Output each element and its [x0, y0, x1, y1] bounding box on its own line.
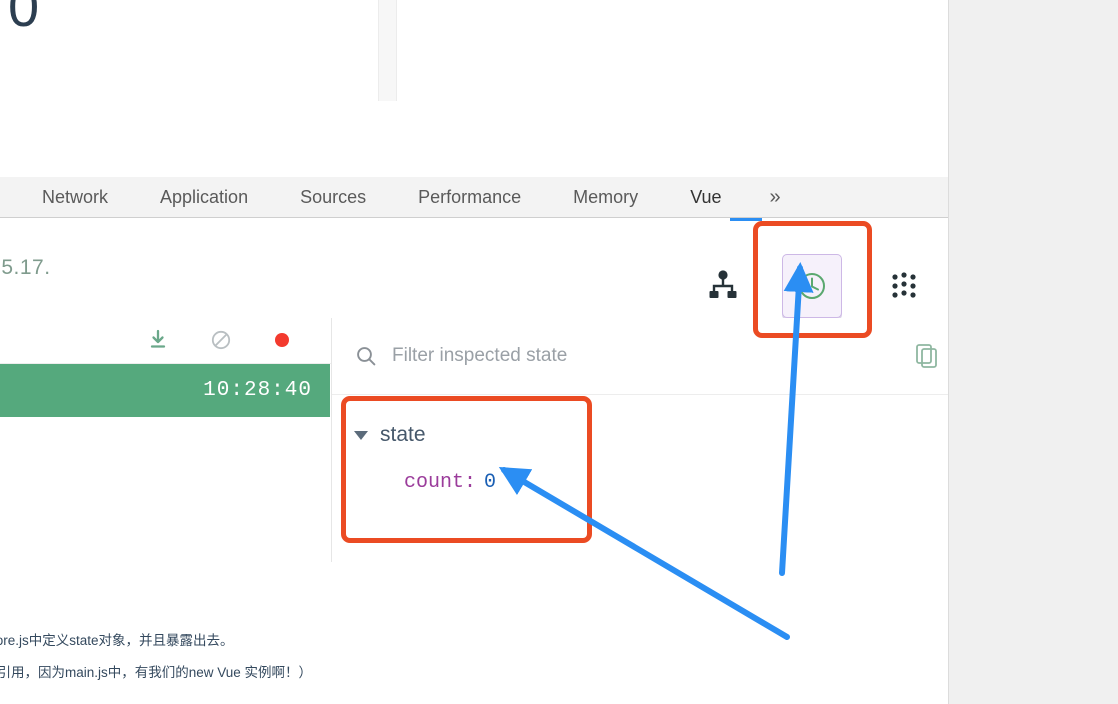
state-root-label: state: [380, 423, 426, 446]
mutations-toolbar: [0, 318, 331, 364]
import-state-icon[interactable]: [143, 325, 173, 355]
clear-icon[interactable]: [206, 325, 236, 355]
state-property-row[interactable]: count : 0: [332, 467, 948, 497]
state-tree: state count : 0: [332, 395, 948, 497]
state-root-row[interactable]: state: [332, 417, 948, 453]
active-tab-indicator: [730, 218, 762, 221]
vue-devtools-toolbar: .5.17.: [0, 218, 948, 319]
time-travel-clock-icon[interactable]: [782, 254, 842, 318]
tab-network[interactable]: Network: [32, 187, 118, 208]
events-dots-icon[interactable]: [876, 258, 932, 314]
vue-version-label: .5.17.: [0, 256, 51, 279]
page-note-line-2: 中引用，因为main.js中，有我们的new Vue 实例啊！）: [0, 665, 313, 680]
component-tree-icon[interactable]: [695, 258, 751, 314]
devtools-tabbar: Network Application Sources Performance …: [0, 177, 948, 218]
state-property-key: count: [404, 470, 465, 494]
screenshot-root: 0 tore.js中定义state对象，并且暴露出去。 中引用，因为main.j…: [0, 0, 1118, 704]
mutations-pane: 10:28:40: [0, 318, 331, 570]
state-property-value[interactable]: 0: [484, 471, 496, 494]
tab-application[interactable]: Application: [150, 187, 258, 208]
tab-memory[interactable]: Memory: [563, 187, 648, 208]
tab-sources[interactable]: Sources: [290, 187, 376, 208]
search-icon: [354, 344, 378, 368]
page-counter-value: 0: [8, 0, 40, 38]
inspector-pane: Filter inspected state state count: 0: [332, 318, 948, 570]
page-notes: tore.js中定义state对象，并且暴露出去。 中引用，因为main.js中…: [0, 625, 420, 689]
filter-bar: Filter inspected state: [332, 318, 948, 395]
mutation-timestamp: 10:28:40: [203, 379, 312, 402]
mutation-row[interactable]: 10:28:40: [0, 364, 330, 417]
filter-input[interactable]: Filter inspected state: [392, 345, 567, 367]
vuex-split-view: 10:28:40 Filter inspected state state co…: [0, 318, 948, 570]
tab-vue[interactable]: Vue: [680, 187, 731, 208]
copy-state-icon[interactable]: [914, 342, 940, 368]
record-dot: [275, 333, 289, 347]
page-vertical-divider: [378, 0, 397, 101]
devtools-panel: Network Application Sources Performance …: [0, 164, 948, 570]
record-icon[interactable]: [267, 325, 297, 355]
state-property-colon: :: [464, 470, 477, 494]
page-note-line-1: tore.js中定义state对象，并且暴露出去。: [0, 633, 234, 648]
more-tabs-icon[interactable]: »: [764, 186, 787, 209]
tab-performance[interactable]: Performance: [408, 187, 531, 208]
browser-page-background: [948, 0, 1118, 704]
chevron-down-icon[interactable]: [354, 430, 368, 440]
